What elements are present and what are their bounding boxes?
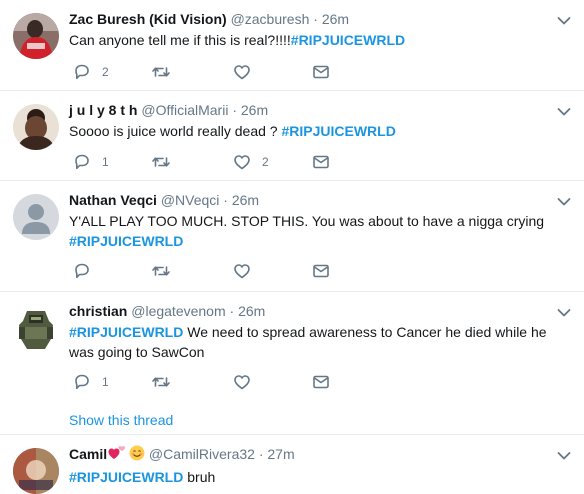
- display-name[interactable]: j u l y 8 t h: [69, 102, 137, 118]
- chevron-down-icon[interactable]: [556, 13, 572, 34]
- like-button[interactable]: [232, 62, 252, 82]
- like-button[interactable]: 2: [232, 152, 269, 172]
- reply-icon: [72, 372, 92, 392]
- direct-message-icon: [311, 372, 331, 392]
- reply-button[interactable]: 1: [72, 372, 109, 392]
- tweet[interactable]: Camil @CamilRivera32 · 27m #RIPJUICEWRLD…: [0, 435, 584, 494]
- direct-message-button[interactable]: [311, 372, 331, 392]
- tweet[interactable]: Zac Buresh (Kid Vision) @zacburesh · 26m…: [0, 0, 584, 91]
- tweet[interactable]: Nathan Veqci @NVeqci · 26m Y'ALL PLAY TO…: [0, 181, 584, 292]
- tweet-text: Can anyone tell me if this is real?!!!!#…: [69, 30, 569, 50]
- tweet-header: j u l y 8 t h @OfficialMarii · 26m: [69, 101, 574, 120]
- tweet[interactable]: j u l y 8 t h @OfficialMarii · 26m Soooo…: [0, 91, 584, 181]
- display-name[interactable]: christian: [69, 303, 127, 319]
- reply-button[interactable]: 1: [72, 152, 109, 172]
- timestamp[interactable]: 26m: [241, 102, 268, 118]
- timestamp[interactable]: 26m: [322, 11, 349, 27]
- username[interactable]: @OfficialMarii: [141, 102, 228, 118]
- direct-message-button[interactable]: [311, 261, 331, 281]
- display-name[interactable]: Nathan Veqci: [69, 192, 157, 208]
- reply-count: 1: [102, 375, 109, 389]
- hashtag-link[interactable]: #RIPJUICEWRLD: [69, 469, 183, 485]
- tweet-text: #RIPJUICEWRLD bruh: [69, 467, 569, 487]
- direct-message-icon: [311, 62, 331, 82]
- like-count: 2: [262, 155, 269, 169]
- tweet-text: Y'ALL PLAY TOO MUCH. STOP THIS. You was …: [69, 211, 569, 251]
- direct-message-button[interactable]: [311, 152, 331, 172]
- retweet-button[interactable]: [151, 261, 171, 281]
- avatar[interactable]: [13, 13, 59, 59]
- separator: ·: [223, 192, 228, 208]
- tweet-text: Soooo is juice world really dead ? #RIPJ…: [69, 121, 569, 141]
- retweet-button[interactable]: [151, 152, 171, 172]
- separator: ·: [229, 303, 235, 319]
- tweet-header: Camil @CamilRivera32 · 27m: [69, 445, 574, 466]
- retweet-icon: [151, 372, 171, 392]
- reply-button[interactable]: 2: [72, 62, 109, 82]
- username[interactable]: @zacburesh: [231, 11, 310, 27]
- separator: ·: [232, 102, 237, 118]
- tweet-header: Nathan Veqci @NVeqci · 26m: [69, 191, 574, 210]
- timestamp[interactable]: 26m: [238, 303, 265, 319]
- retweet-button[interactable]: [151, 62, 171, 82]
- tweet-text-body: Y'ALL PLAY TOO MUCH. STOP THIS. You was …: [69, 213, 545, 229]
- timestamp[interactable]: 27m: [267, 446, 294, 462]
- chevron-down-icon[interactable]: [556, 194, 572, 215]
- hashtag-link[interactable]: #RIPJUICEWRLD: [291, 32, 405, 48]
- display-name[interactable]: Zac Buresh (Kid Vision): [69, 11, 227, 27]
- username[interactable]: @legatevenom: [131, 303, 225, 319]
- tweet-text-body: Soooo is juice world really dead ?: [69, 123, 278, 139]
- like-icon: [232, 372, 252, 392]
- separator: ·: [313, 11, 318, 27]
- tweet-text: #RIPJUICEWRLD We need to spread awarenes…: [69, 322, 569, 362]
- like-icon: [232, 261, 252, 281]
- reply-icon: [72, 152, 92, 172]
- username[interactable]: @CamilRivera32: [149, 446, 255, 462]
- tweet-actions: 1 2: [69, 152, 349, 172]
- chevron-down-icon[interactable]: [556, 448, 572, 469]
- reply-count: 2: [102, 65, 109, 79]
- show-thread-link[interactable]: Show this thread: [69, 412, 173, 428]
- tweet-actions: 1: [69, 372, 349, 392]
- heart-emoji-icon: [107, 445, 126, 466]
- tweet-text-body: Can anyone tell me if this is real?!!!!: [69, 32, 291, 48]
- tweet-actions: [69, 261, 349, 281]
- smile-emoji-icon: [129, 445, 145, 466]
- retweet-icon: [151, 62, 171, 82]
- avatar[interactable]: [13, 194, 59, 240]
- like-button[interactable]: [232, 372, 252, 392]
- hashtag-link[interactable]: #RIPJUICEWRLD: [69, 324, 183, 340]
- display-name[interactable]: Camil: [69, 446, 107, 462]
- direct-message-icon: [311, 261, 331, 281]
- reply-icon: [72, 261, 92, 281]
- chevron-down-icon[interactable]: [556, 104, 572, 125]
- retweet-icon: [151, 152, 171, 172]
- retweet-button[interactable]: [151, 372, 171, 392]
- like-button[interactable]: [232, 261, 252, 281]
- tweet-actions: 2: [69, 62, 349, 82]
- hashtag-link[interactable]: #RIPJUICEWRLD: [281, 123, 395, 139]
- reply-icon: [72, 62, 92, 82]
- hashtag-link[interactable]: #RIPJUICEWRLD: [69, 233, 183, 249]
- username[interactable]: @NVeqci: [161, 192, 220, 208]
- like-icon: [232, 62, 252, 82]
- tweet[interactable]: christian @legatevenom · 26m #RIPJUICEWR…: [0, 292, 584, 435]
- timestamp[interactable]: 26m: [232, 192, 259, 208]
- avatar[interactable]: [13, 104, 59, 150]
- tweet-header: Zac Buresh (Kid Vision) @zacburesh · 26m: [69, 10, 574, 29]
- avatar[interactable]: [13, 305, 59, 351]
- direct-message-icon: [311, 152, 331, 172]
- retweet-icon: [151, 261, 171, 281]
- tweet-text-body: bruh: [187, 469, 216, 485]
- tweet-header: christian @legatevenom · 26m: [69, 302, 574, 321]
- reply-count: 1: [102, 155, 109, 169]
- chevron-down-icon[interactable]: [556, 305, 572, 326]
- separator: ·: [258, 446, 264, 462]
- reply-button[interactable]: [72, 261, 92, 281]
- like-icon: [232, 152, 252, 172]
- direct-message-button[interactable]: [311, 62, 331, 82]
- avatar[interactable]: [13, 448, 59, 494]
